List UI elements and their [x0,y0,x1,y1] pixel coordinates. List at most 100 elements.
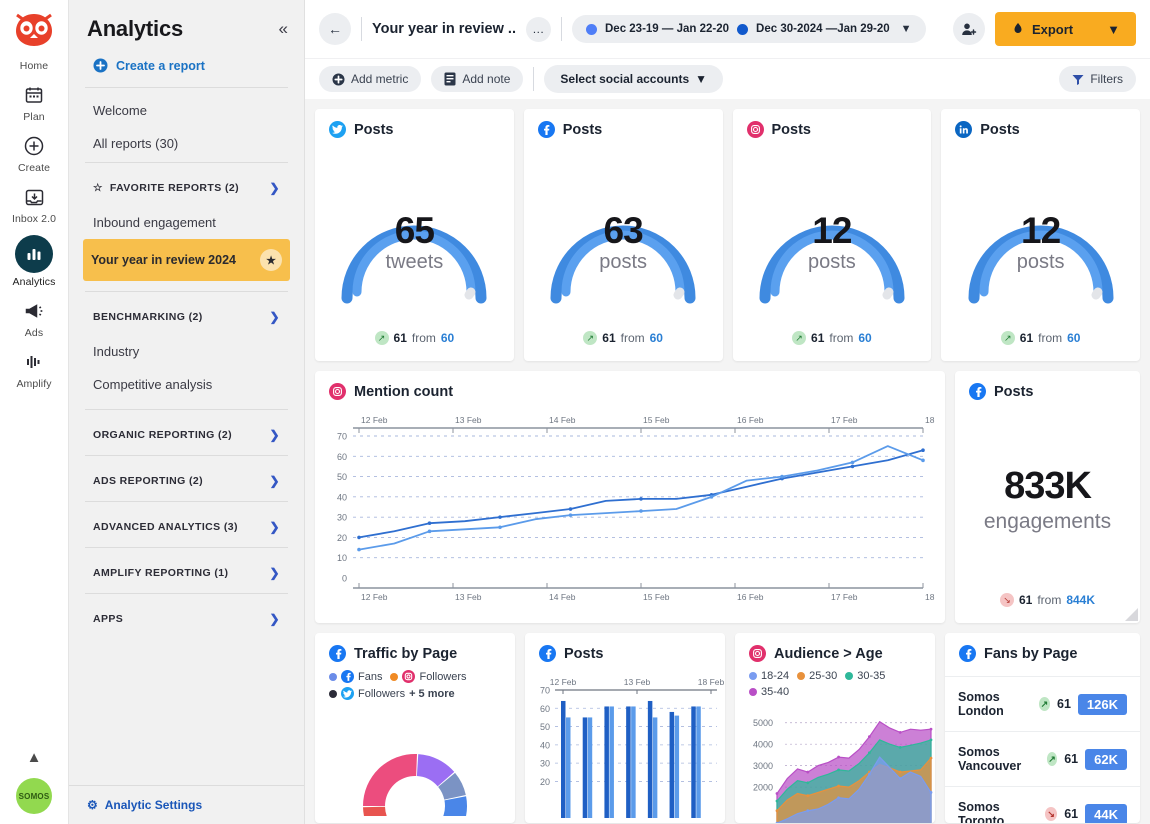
legend-color-swatch [797,672,806,680]
table-row[interactable]: Somos Toronto ↘ 61 44K [945,786,1140,823]
nav-section-apps[interactable]: APPS ❯ [85,600,288,637]
nav-link-all-reports[interactable]: All reports (30) [85,127,288,160]
avatar[interactable]: SOMOS [16,778,52,814]
chevron-right-icon: ❯ [269,520,280,534]
pin-icon[interactable]: ★ [260,249,282,271]
widget-posts-tweets[interactable]: Posts 65 tweets ↗ 61 from 60 [315,109,514,361]
filters-button[interactable]: Filters [1059,66,1136,92]
delta-previous: 60 [858,331,872,345]
svg-text:4000: 4000 [753,740,773,750]
fan-page-name: Somos Vancouver [958,745,1022,773]
twitter-icon [341,687,354,700]
back-button[interactable]: ← [319,13,351,45]
nav-section-label: ORGANIC REPORTING (2) [93,429,233,441]
widget-fans-by-page[interactable]: Fans by Page Somos London ↗ 61 126K Somo… [945,633,1140,823]
legend-item-25-30: 25-30 [797,670,837,682]
chevron-double-left-icon[interactable]: « [279,19,288,39]
nav-link-welcome[interactable]: Welcome [85,94,288,127]
nav-item-industry[interactable]: Industry [85,335,288,368]
nav-header: Analytics « [69,0,304,52]
report-title: Your year in review .. [372,21,516,37]
table-row[interactable]: Somos Vancouver ↗ 61 62K [945,731,1140,786]
rail-item-amplify[interactable]: Amplify [0,343,69,394]
legend-color-swatch [329,672,337,681]
rail-label-ads: Ads [24,327,44,339]
analytics-nav-panel: Analytics « Create a report Welcome All … [69,0,305,824]
rail-item-analytics[interactable]: Analytics [0,229,69,292]
report-subtoolbar: Add metric Add note Select social accoun… [305,58,1150,99]
widget-engagements[interactable]: Posts 833K engagements ↘ 61 from 844K [955,371,1140,623]
select-social-accounts-label: Select social accounts [560,72,690,86]
widget-header: Posts [955,371,1140,406]
fan-value-badge: 62K [1085,748,1127,770]
chevron-right-icon: ❯ [269,474,280,488]
arrow-up-icon: ↗ [583,331,598,345]
widget-posts-facebook[interactable]: Posts 63 posts ↗ 61 from 60 [523,109,723,361]
legend-item-tw-followers: Followers + 5 more [329,687,455,700]
widget-title: Posts [354,121,394,138]
nav-section-advanced-analytics[interactable]: ADVANCED ANALYTICS (3) ❯ [85,508,288,545]
legend: 18-24 25-30 30-35 35-40 [735,668,935,704]
legend-item-35-40: 35-40 [749,686,789,698]
export-button[interactable]: Export ▼ [994,12,1136,46]
divider [85,593,288,594]
svg-text:70: 70 [540,686,550,696]
widget-posts-instagram[interactable]: Posts 12 posts ↗ 61 from 60 [732,109,932,361]
nav-section-amplify-reporting[interactable]: AMPLIFY REPORTING (1) ❯ [85,554,288,591]
svg-text:3000: 3000 [753,761,773,771]
toolbar-right: Export ▼ [952,12,1136,46]
divider [85,162,288,163]
widget-audience-age[interactable]: Audience > Age 18-24 25-30 30-35 35-40 2… [735,633,935,823]
owl-logo[interactable] [10,8,58,52]
nav-item-competitive-analysis[interactable]: Competitive analysis [85,368,288,401]
date-range-selector[interactable]: Dec 23-19 — Jan 22-20 Dec 30-2024 —Jan 2… [572,15,926,43]
widget-header: Posts [733,109,932,144]
nav-section-organic-reporting[interactable]: ORGANIC REPORTING (2) ❯ [85,416,288,453]
facebook-icon [539,645,556,662]
share-report-button[interactable] [952,13,985,45]
date-range-secondary-dot [737,23,749,35]
legend-color-swatch [329,689,337,698]
rail-item-plan[interactable]: Plan [0,76,69,127]
nav-section-benchmarking[interactable]: BENCHMARKING (2) ❯ [85,298,288,335]
rail-item-inbox[interactable]: Inbox 2.0 [0,178,69,229]
svg-text:40: 40 [337,492,347,502]
nav-item-your-year-in-review[interactable]: Your year in review 2024 ★ [83,239,290,281]
svg-text:13 Feb: 13 Feb [455,415,482,425]
add-metric-button[interactable]: Add metric [319,66,422,92]
rail-item-create[interactable]: Create [0,127,69,178]
widget-title: Audience > Age [774,645,883,662]
legend-color-swatch [845,672,854,680]
chevron-up-icon[interactable]: ▲ [27,749,42,778]
legend-more-label[interactable]: + 5 more [409,688,455,700]
select-social-accounts-dropdown[interactable]: Select social accounts ▼ [544,65,724,93]
delta-indicator: ↗ 61 from 60 [733,331,932,361]
widget-posts-linkedin[interactable]: Posts 12 posts ↗ 61 from 60 [941,109,1140,361]
gauge-svg [968,225,1114,303]
facebook-icon [959,645,976,662]
resize-handle[interactable] [1125,608,1138,621]
rail-item-ads[interactable]: Ads [0,292,69,343]
arrow-down-icon: ↘ [1044,807,1058,821]
legend-item-fans: Fans [329,670,382,683]
engagements-unit: engagements [983,510,1112,533]
widget-title: Traffic by Page [354,645,458,662]
nav-section-favorite-reports[interactable]: ☆ FAVORITE REPORTS (2) ❯ [85,169,288,206]
add-note-button[interactable]: Add note [431,66,524,92]
rail-item-home[interactable]: Home [0,54,69,76]
svg-text:13 Feb: 13 Feb [455,592,482,602]
arrow-up-icon: ↗ [1038,697,1051,711]
widget-mention-count[interactable]: Mention count 12 Feb 13 Feb 14 Feb 15 Feb 16… [315,371,952,623]
nav-section-ads-reporting[interactable]: ADS REPORTING (2) ❯ [85,462,288,499]
analytic-settings-link[interactable]: ⚙ Analytic Settings [69,785,304,824]
nav-section-label: AMPLIFY REPORTING (1) [93,567,229,579]
table-row[interactable]: Somos London ↗ 61 126K [945,676,1140,731]
nav-item-inbound-engagement[interactable]: Inbound engagement [85,206,288,239]
download-icon [1014,23,1022,33]
widget-traffic-by-page[interactable]: Traffic by Page Fans Followers Followers… [315,633,515,823]
facebook-icon [537,121,555,138]
create-report-button[interactable]: Create a report [85,52,288,85]
widget-posts-bar[interactable]: Posts 12 Feb 13 Feb 18 Feb 20 30 40 50 60 70 [525,633,725,823]
report-more-button[interactable]: … [526,16,551,42]
legend-label: 35-40 [761,686,790,698]
